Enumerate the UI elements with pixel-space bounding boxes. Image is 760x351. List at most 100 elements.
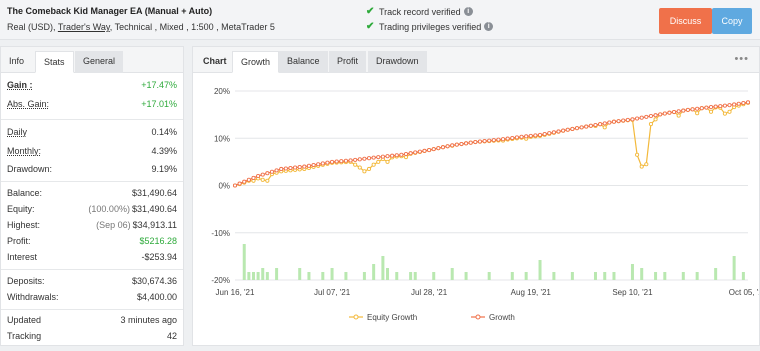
legend-equity-growth[interactable]: Equity Growth — [367, 313, 417, 322]
volume-bar — [261, 268, 265, 280]
stats-tabs: Info Stats General — [1, 47, 183, 73]
volume-bar — [464, 272, 468, 280]
growth-point — [732, 102, 737, 107]
divider — [1, 119, 183, 120]
stat-value: $31,490.64 — [131, 188, 177, 198]
equity-growth-point — [602, 125, 607, 130]
growth-point — [722, 103, 727, 108]
stats-panel: Info Stats General Gain : +17.47% Abs. G… — [0, 46, 184, 346]
volume-bar — [381, 256, 385, 280]
equity-growth-point — [357, 165, 362, 170]
growth-point — [269, 169, 275, 174]
chart-panel: Chart Growth Balance Profit Drawdown •••… — [192, 46, 760, 346]
volume-bar — [307, 272, 311, 280]
stat-label: Drawdown: — [7, 164, 53, 174]
system-title: The Comeback Kid Manager EA (Manual + Au… — [7, 6, 213, 16]
growth-point — [588, 123, 593, 128]
discuss-button[interactable]: Discuss — [659, 8, 712, 34]
stat-label: Updated — [7, 315, 42, 325]
growth-point — [265, 171, 270, 176]
volume-bar — [330, 268, 334, 280]
growth-point — [477, 139, 482, 144]
growth-point — [514, 135, 519, 140]
x-axis-labels: Jun 16, '21 Jul 07, '21 Jul 28, '21 Aug 19,… — [216, 288, 759, 297]
more-options-icon[interactable]: ••• — [734, 53, 749, 65]
tab-general[interactable]: General — [75, 51, 124, 73]
equity-growth-point — [727, 109, 732, 114]
equity-growth-line — [234, 102, 749, 187]
stat-label[interactable]: Gain : — [7, 80, 33, 90]
tab-stats[interactable]: Stats — [35, 51, 74, 73]
growth-point — [551, 130, 556, 135]
growth-point — [662, 111, 667, 116]
trading-privileges-label: Trading privileges verified — [379, 21, 482, 32]
stat-value: (Sep 06) $34,913.11 — [96, 220, 177, 230]
growth-point — [718, 104, 723, 109]
tab-info[interactable]: Info — [1, 51, 32, 73]
volume-bar — [630, 264, 634, 280]
growth-point — [547, 131, 552, 136]
stat-label: Equity: — [7, 204, 35, 214]
growth-point — [302, 164, 307, 169]
volume-bar — [593, 272, 597, 280]
growth-point — [561, 128, 566, 133]
stat-label[interactable]: Daily — [7, 127, 27, 137]
volume-bar — [487, 272, 491, 280]
volume-bar — [321, 272, 325, 280]
growth-point — [639, 115, 644, 120]
growth-point — [316, 162, 321, 167]
growth-point — [408, 151, 413, 156]
legend-growth[interactable]: Growth — [489, 313, 515, 322]
volume-bar — [413, 272, 417, 280]
growth-point — [685, 107, 690, 112]
stat-label[interactable]: Monthly: — [7, 146, 41, 156]
growth-point — [436, 146, 441, 151]
growth-point — [741, 100, 746, 106]
growth-point — [385, 154, 390, 159]
growth-point — [246, 177, 251, 182]
equity-growth-point — [371, 162, 376, 167]
volume-bar — [409, 272, 413, 280]
legend-marker — [353, 314, 359, 320]
tab-growth[interactable]: Growth — [232, 51, 280, 73]
growth-point — [625, 117, 630, 122]
growth-point — [242, 179, 247, 184]
growth-point — [505, 136, 510, 141]
info-icon[interactable]: i — [463, 7, 473, 16]
volume-bar — [298, 268, 302, 280]
growth-point — [343, 158, 348, 163]
header: The Comeback Kid Manager EA (Manual + Au… — [0, 0, 760, 40]
growth-point — [533, 133, 538, 138]
growth-point — [464, 141, 469, 146]
info-icon[interactable]: i — [484, 22, 494, 31]
growth-point — [602, 121, 607, 126]
growth-point — [565, 127, 570, 132]
stat-highest: Highest: (Sep 06) $34,913.11 — [7, 220, 177, 230]
chart-label: Chart — [203, 56, 227, 66]
growth-point — [537, 132, 543, 137]
volume-bar — [732, 256, 736, 280]
broker-link[interactable]: Trader's Way — [58, 22, 110, 32]
y-tick-label: 0% — [218, 182, 230, 191]
stat-label[interactable]: Abs. Gain: — [7, 99, 49, 109]
copy-button[interactable]: Copy — [712, 8, 752, 34]
growth-point — [658, 112, 663, 117]
divider — [1, 181, 183, 182]
growth-point — [413, 150, 418, 155]
equity-growth-point — [376, 159, 381, 164]
checkmark-icon: ✔ — [366, 21, 375, 32]
growth-point — [348, 158, 353, 163]
series-lines — [232, 100, 751, 188]
growth-point — [390, 153, 395, 158]
growth-point — [320, 161, 325, 166]
stat-label: Interest — [7, 252, 38, 262]
tab-profit[interactable]: Profit — [329, 51, 367, 73]
tab-drawdown[interactable]: Drawdown — [368, 51, 427, 73]
growth-point — [422, 148, 427, 153]
stat-label: Highest: — [7, 220, 41, 230]
tab-balance[interactable]: Balance — [279, 51, 328, 73]
growth-point — [704, 105, 709, 110]
volume-bar — [372, 264, 376, 280]
growth-point — [380, 154, 385, 159]
x-tick-label: Jul 28, '21 — [411, 288, 448, 297]
